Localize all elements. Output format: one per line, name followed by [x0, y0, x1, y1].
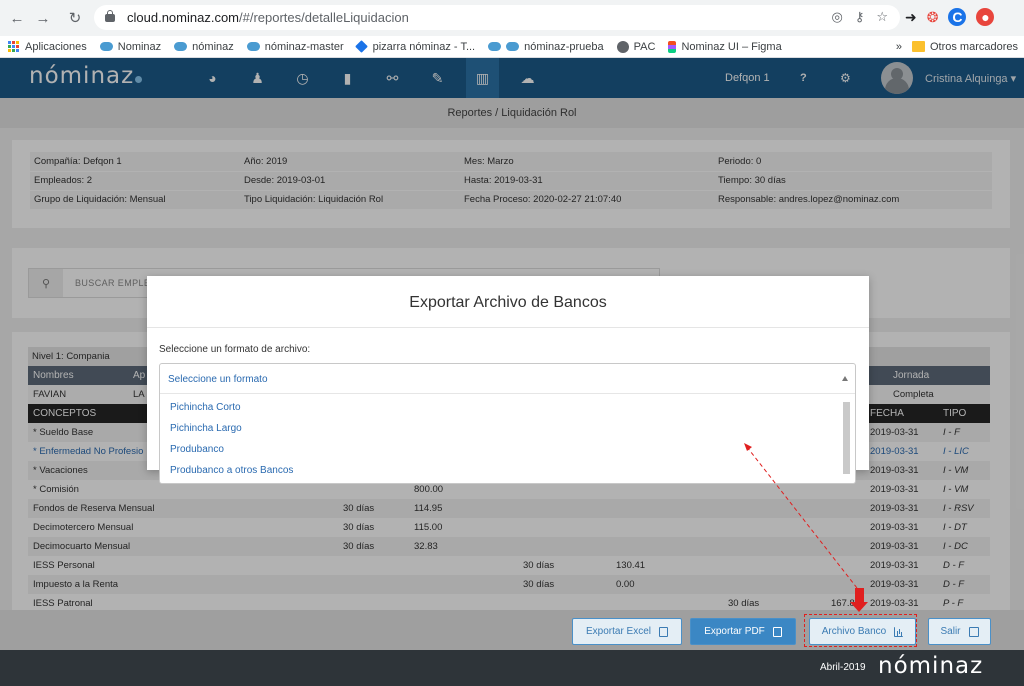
exit-label: Salir [940, 626, 961, 637]
bookmark-figma[interactable]: Nominaz UI – Figma [668, 40, 782, 53]
url-text[interactable]: cloud.nominaz.com/#/reportes/detalleLiqu… [127, 10, 409, 25]
version-label: Abril-2019 [820, 662, 866, 673]
star-icon[interactable]: ☆ [876, 9, 888, 25]
option-pichincha-corto[interactable]: Pichincha Corto [170, 402, 241, 413]
cloud-icon [99, 42, 113, 51]
lock-icon [105, 9, 115, 22]
sign-out-icon [968, 626, 979, 637]
option-produbanco[interactable]: Produbanco [170, 444, 224, 455]
footer-logo: nóminaz [878, 653, 984, 679]
bookmark-other[interactable]: Otros marcadores [911, 41, 1018, 53]
modal-title: Exportar Archivo de Bancos [147, 276, 869, 328]
figma-icon [668, 40, 677, 53]
folder-icon [911, 41, 925, 52]
bookmarks-bar: Aplicaciones Nominaz nóminaz nóminaz-mas… [0, 36, 1024, 58]
format-select[interactable]: Seleccione un formato [168, 374, 268, 385]
cloud-icon [246, 42, 260, 51]
bookmark-nominaz-master[interactable]: nóminaz-master [246, 41, 344, 53]
caret-up-icon[interactable] [842, 376, 848, 381]
arrow-down-icon [850, 588, 868, 612]
address-bar[interactable]: cloud.nominaz.com/#/reportes/detalleLiqu… [94, 5, 900, 30]
cloud-icon [174, 42, 188, 51]
bookmark-nominaz-2[interactable]: nóminaz [174, 41, 234, 53]
profile-avatar[interactable]: C [948, 8, 967, 26]
share-arrow-icon[interactable]: ➜ [905, 9, 917, 26]
forward-icon[interactable]: → [32, 7, 54, 29]
reload-icon[interactable]: ↻ [64, 7, 86, 29]
export-pdf-label: Exportar PDF [704, 626, 765, 637]
back-icon[interactable]: ← [6, 7, 28, 29]
format-dropdown[interactable]: Seleccione un formato Pichincha Corto Pi… [159, 363, 856, 484]
opera-icon[interactable]: ● [976, 8, 995, 26]
dropdown-scrollbar[interactable] [843, 402, 850, 474]
export-excel-label: Exportar Excel [585, 626, 652, 637]
bookmark-pizarra[interactable]: pizarra nóminaz - T... [354, 40, 475, 53]
option-produbanco-otros[interactable]: Produbanco a otros Bancos [170, 465, 293, 476]
app-footer [0, 650, 1024, 686]
excel-file-icon [659, 626, 669, 637]
extension-icon[interactable]: ❂ [927, 9, 939, 26]
export-excel-button[interactable]: Exportar Excel [572, 618, 682, 645]
globe-icon [616, 40, 629, 53]
highlight-box [804, 614, 917, 647]
bookmark-apps[interactable]: Aplicaciones [8, 40, 87, 53]
bookmark-more[interactable]: » [896, 41, 902, 53]
bookmark-nominaz-prueba[interactable]: nóminaz-prueba [488, 41, 604, 53]
bookmark-pac[interactable]: PAC [616, 40, 655, 53]
pdf-file-icon [772, 626, 782, 637]
diamond-icon [354, 40, 368, 53]
apps-grid-icon [8, 40, 20, 53]
export-pdf-button[interactable]: Exportar PDF [690, 618, 796, 645]
location-icon[interactable]: ◎ [831, 9, 842, 25]
exit-button[interactable]: Salir [928, 618, 991, 645]
key-icon[interactable]: ⚷ [855, 9, 865, 25]
option-pichincha-largo[interactable]: Pichincha Largo [170, 423, 242, 434]
browser-toolbar: ← → ↻ cloud.nominaz.com/#/reportes/detal… [0, 0, 1024, 36]
bookmark-nominaz[interactable]: Nominaz [99, 41, 161, 53]
dropdown-divider [160, 393, 855, 394]
format-label: Seleccione un formato de archivo: [159, 344, 311, 355]
cloud-icon [506, 42, 520, 51]
cloud-icon [488, 42, 502, 51]
